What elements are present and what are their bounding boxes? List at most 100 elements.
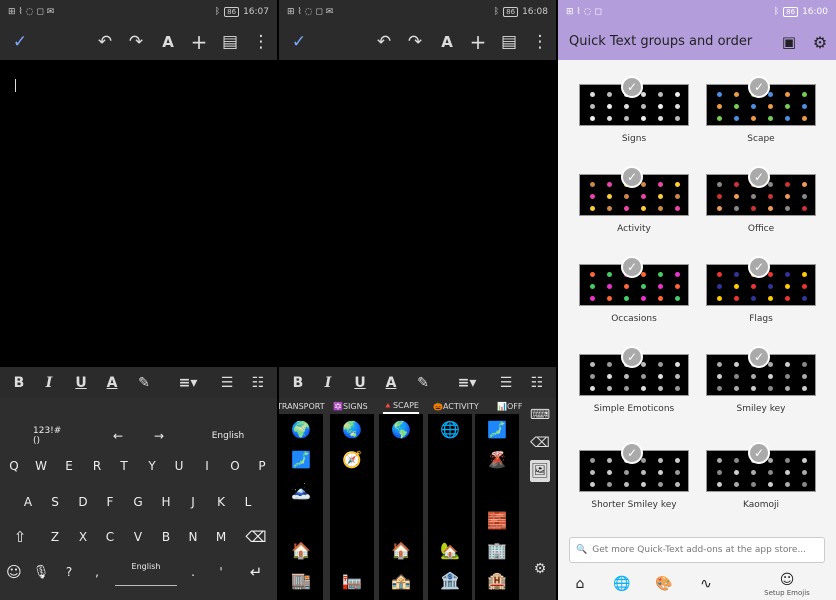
key-v[interactable]: V — [125, 523, 151, 551]
emoji-key[interactable]: 🏬 — [289, 569, 313, 591]
key-a[interactable]: A — [15, 488, 41, 516]
selected-check-icon[interactable]: ✓ — [748, 442, 770, 464]
emoji-key[interactable]: 🏛 — [389, 509, 413, 531]
undo-button[interactable]: ↶ — [90, 24, 120, 60]
key-d[interactable]: D — [70, 488, 96, 516]
italic-button[interactable]: I — [35, 367, 63, 398]
emoji-key[interactable]: 🗻 — [289, 479, 313, 501]
emoji-key[interactable]: 🏦 — [438, 569, 462, 591]
bold-button[interactable]: B — [5, 367, 33, 398]
emoji-key[interactable]: ☺ — [1, 558, 27, 586]
emoji-key[interactable]: 🏔 — [389, 448, 413, 470]
emoji-key[interactable]: 🏠 — [389, 539, 413, 561]
cursor-right-key[interactable]: → — [146, 422, 172, 450]
emoji-key[interactable]: 🏜 — [438, 479, 462, 501]
align-button[interactable]: ≡▾ — [450, 367, 484, 398]
keyboard-icon[interactable]: ⌨ — [528, 404, 552, 426]
emoji-key[interactable]: 🌋 — [485, 448, 509, 470]
selected-check-icon[interactable]: ✓ — [621, 442, 643, 464]
emoji-key[interactable]: 🗾 — [289, 448, 313, 470]
bullet-list-button[interactable]: ☰ — [492, 367, 520, 398]
emoji-key[interactable]: 🌐 — [438, 418, 462, 440]
tab-scape[interactable]: 🔺 SCAPE — [383, 398, 419, 414]
key-u[interactable]: U — [166, 452, 192, 480]
emoji-key[interactable]: 🧱 — [485, 509, 509, 531]
emoji-key[interactable]: 🏣 — [340, 569, 364, 591]
emoji-key[interactable]: 🏝 — [485, 479, 509, 501]
selected-check-icon[interactable]: ✓ — [748, 346, 770, 368]
emoji-key[interactable]: 🏕 — [340, 479, 364, 501]
image-icon[interactable]: 🖼 — [530, 460, 550, 482]
tab-office[interactable]: 📊 OFF — [497, 398, 522, 414]
bold-button[interactable]: B — [284, 367, 312, 398]
emoji-key[interactable]: 🌍 — [289, 418, 313, 440]
tab-transport[interactable]: TRANSPORT — [279, 398, 325, 414]
emoji-key[interactable]: ⛰ — [438, 448, 462, 470]
insert-button[interactable]: + — [184, 24, 214, 60]
selected-check-icon[interactable]: ✓ — [621, 166, 643, 188]
microphone-key[interactable]: 🎙 — [28, 558, 54, 586]
undo-button[interactable]: ↶ — [369, 24, 399, 60]
settings-gear-icon[interactable]: ⚙ — [528, 558, 552, 580]
key-x[interactable]: X — [70, 523, 96, 551]
done-check-icon[interactable]: ✓ — [284, 24, 314, 60]
key-f[interactable]: F — [97, 488, 123, 516]
underline-button[interactable]: U — [67, 367, 95, 398]
key-o[interactable]: O — [222, 452, 248, 480]
emoji-key[interactable]: 🏗 — [438, 509, 462, 531]
key-b[interactable]: B — [153, 523, 179, 551]
comment-button[interactable]: ▤ — [215, 24, 245, 60]
key-k[interactable]: K — [208, 488, 234, 516]
key-h[interactable]: H — [153, 488, 179, 516]
numbered-list-button[interactable]: ☷ — [244, 367, 272, 398]
align-button[interactable]: ≡▾ — [171, 367, 205, 398]
key-m[interactable]: M — [208, 523, 234, 551]
selected-check-icon[interactable]: ✓ — [748, 166, 770, 188]
key-e[interactable]: E — [56, 452, 82, 480]
clipboard-icon[interactable]: ▣ — [774, 24, 804, 60]
space-key[interactable]: English — [115, 558, 177, 586]
highlight-button[interactable]: ✎ — [409, 367, 437, 398]
comma-key[interactable]: , — [84, 558, 110, 586]
emoji-key[interactable]: 🏖 — [389, 479, 413, 501]
period-key[interactable]: . — [180, 558, 206, 586]
emoji-key[interactable]: 🌎 — [389, 418, 413, 440]
redo-button[interactable]: ↷ — [121, 24, 151, 60]
language-key[interactable]: English — [208, 422, 248, 450]
key-w[interactable]: W — [28, 452, 54, 480]
redo-button[interactable]: ↷ — [400, 24, 430, 60]
question-key[interactable]: ? — [56, 558, 82, 586]
emoji-key[interactable]: 🏤 — [389, 569, 413, 591]
italic-button[interactable]: I — [314, 367, 342, 398]
key-i[interactable]: I — [194, 452, 220, 480]
underline-button[interactable]: U — [346, 367, 374, 398]
key-c[interactable]: C — [97, 523, 123, 551]
tab-activity[interactable]: 🎃 ACTIVITY — [433, 398, 479, 414]
settings-gear-icon[interactable]: ⚙ — [805, 24, 835, 60]
more-options-button[interactable]: ⋮ — [246, 24, 276, 60]
key-q[interactable]: Q — [1, 452, 27, 480]
backspace-key[interactable]: ⌫ — [243, 523, 269, 551]
shift-key[interactable]: ⇧ — [7, 523, 33, 551]
key-g[interactable]: G — [125, 488, 151, 516]
selected-check-icon[interactable]: ✓ — [748, 256, 770, 278]
key-j[interactable]: J — [180, 488, 206, 516]
key-t[interactable]: T — [111, 452, 137, 480]
nav-emojis-tab[interactable]: ☺ Setup Emojis — [762, 568, 812, 600]
bullet-list-button[interactable]: ☰ — [213, 367, 241, 398]
emoji-key[interactable]: 🏚 — [340, 539, 364, 561]
more-options-button[interactable]: ⋮ — [525, 24, 555, 60]
text-format-button[interactable]: A — [153, 24, 183, 60]
cursor-left-key[interactable]: ← — [105, 422, 131, 450]
emoji-key[interactable]: 🏢 — [485, 539, 509, 561]
key-y[interactable]: Y — [139, 452, 165, 480]
delete-icon[interactable]: ⌫ — [528, 432, 552, 454]
nav-language-icon[interactable]: 🌐 — [602, 568, 642, 600]
emoji-key[interactable]: 🧭 — [340, 448, 364, 470]
key-s[interactable]: S — [42, 488, 68, 516]
enter-key[interactable]: ↵ — [243, 558, 269, 586]
highlight-button[interactable]: ✎ — [130, 367, 158, 398]
done-check-icon[interactable]: ✓ — [5, 24, 35, 60]
addon-search-box[interactable]: 🔍 Get more Quick-Text add-ons at the app… — [569, 537, 825, 563]
emoji-key[interactable]: 🏞 — [289, 509, 313, 531]
